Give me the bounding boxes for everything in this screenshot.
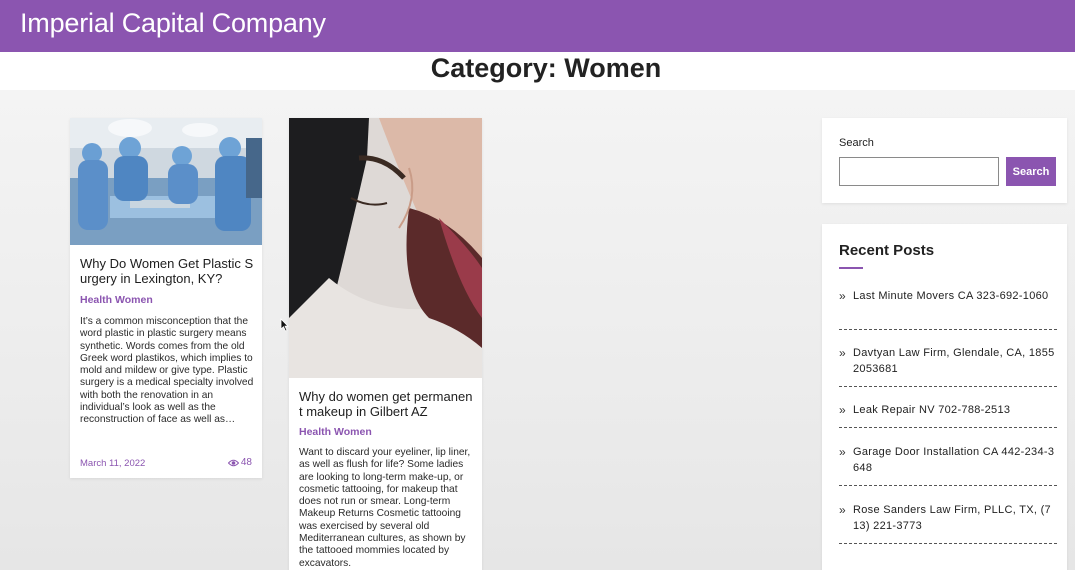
post-category-link[interactable]: Health Women xyxy=(299,426,372,438)
recent-post-link[interactable]: Rose Sanders Law Firm, PLLC, TX, (713) 2… xyxy=(853,502,1057,534)
search-button[interactable]: Search xyxy=(1006,157,1056,186)
chevron-right-icon: » xyxy=(839,346,846,360)
post-card: Why Do Women Get Plastic Surgery in Lexi… xyxy=(70,118,262,478)
post-thumbnail[interactable] xyxy=(70,118,262,245)
recent-post-item[interactable]: » Rose Sanders Law Firm, PLLC, TX, (713)… xyxy=(839,502,1057,544)
post-excerpt: It’s a common misconception that the wor… xyxy=(80,316,254,426)
recent-post-link[interactable]: Leak Repair NV 702-788-2513 xyxy=(853,402,1057,418)
search-input[interactable] xyxy=(839,157,999,186)
search-label: Search xyxy=(839,137,874,149)
eyebrow-photo xyxy=(289,118,482,378)
surgery-photo xyxy=(70,118,262,245)
recent-post-link[interactable]: Davtyan Law Firm, Glendale, CA, 18552053… xyxy=(853,345,1057,377)
post-title-link[interactable]: Why Do Women Get Plastic Surgery in Lexi… xyxy=(80,256,256,286)
recent-posts-widget: Recent Posts » Last Minute Movers CA 323… xyxy=(822,224,1067,570)
page-title: Category: Women xyxy=(430,53,662,83)
post-views: 48 xyxy=(227,457,252,468)
chevron-right-icon: » xyxy=(839,289,846,303)
recent-post-item[interactable]: » Leak Repair NV 702-788-2513 xyxy=(839,402,1057,428)
post-excerpt: Want to discard your eyeliner, lip liner… xyxy=(299,447,471,569)
recent-post-item[interactable]: » Last Minute Movers CA 323-692-1060 xyxy=(839,288,1057,330)
view-count: 48 xyxy=(240,457,252,468)
post-title-link[interactable]: Why do women get permanent makeup in Gil… xyxy=(299,389,475,419)
recent-post-link[interactable]: Garage Door Installation CA 442-234-3648 xyxy=(853,444,1057,476)
post-card: Why do women get permanent makeup in Gil… xyxy=(289,118,482,570)
post-category-link[interactable]: Health Women xyxy=(80,294,153,306)
mouse-cursor-icon xyxy=(280,318,289,332)
chevron-right-icon: » xyxy=(839,403,846,417)
recent-post-item[interactable]: » Davtyan Law Firm, Glendale, CA, 185520… xyxy=(839,345,1057,387)
search-widget: Search Search xyxy=(822,118,1067,203)
title-underline xyxy=(839,267,863,269)
recent-post-item[interactable]: » Garage Door Installation CA 442-234-36… xyxy=(839,444,1057,486)
post-date-link[interactable]: March 11, 2022 xyxy=(80,458,145,469)
eye-icon xyxy=(227,459,239,466)
site-title-link[interactable]: Imperial Capital Company xyxy=(20,8,326,39)
recent-post-link[interactable]: Last Minute Movers CA 323-692-1060 xyxy=(853,288,1057,304)
chevron-right-icon: » xyxy=(839,503,846,517)
post-thumbnail[interactable] xyxy=(289,118,482,378)
chevron-right-icon: » xyxy=(839,445,846,459)
recent-posts-title: Recent Posts xyxy=(839,242,935,259)
